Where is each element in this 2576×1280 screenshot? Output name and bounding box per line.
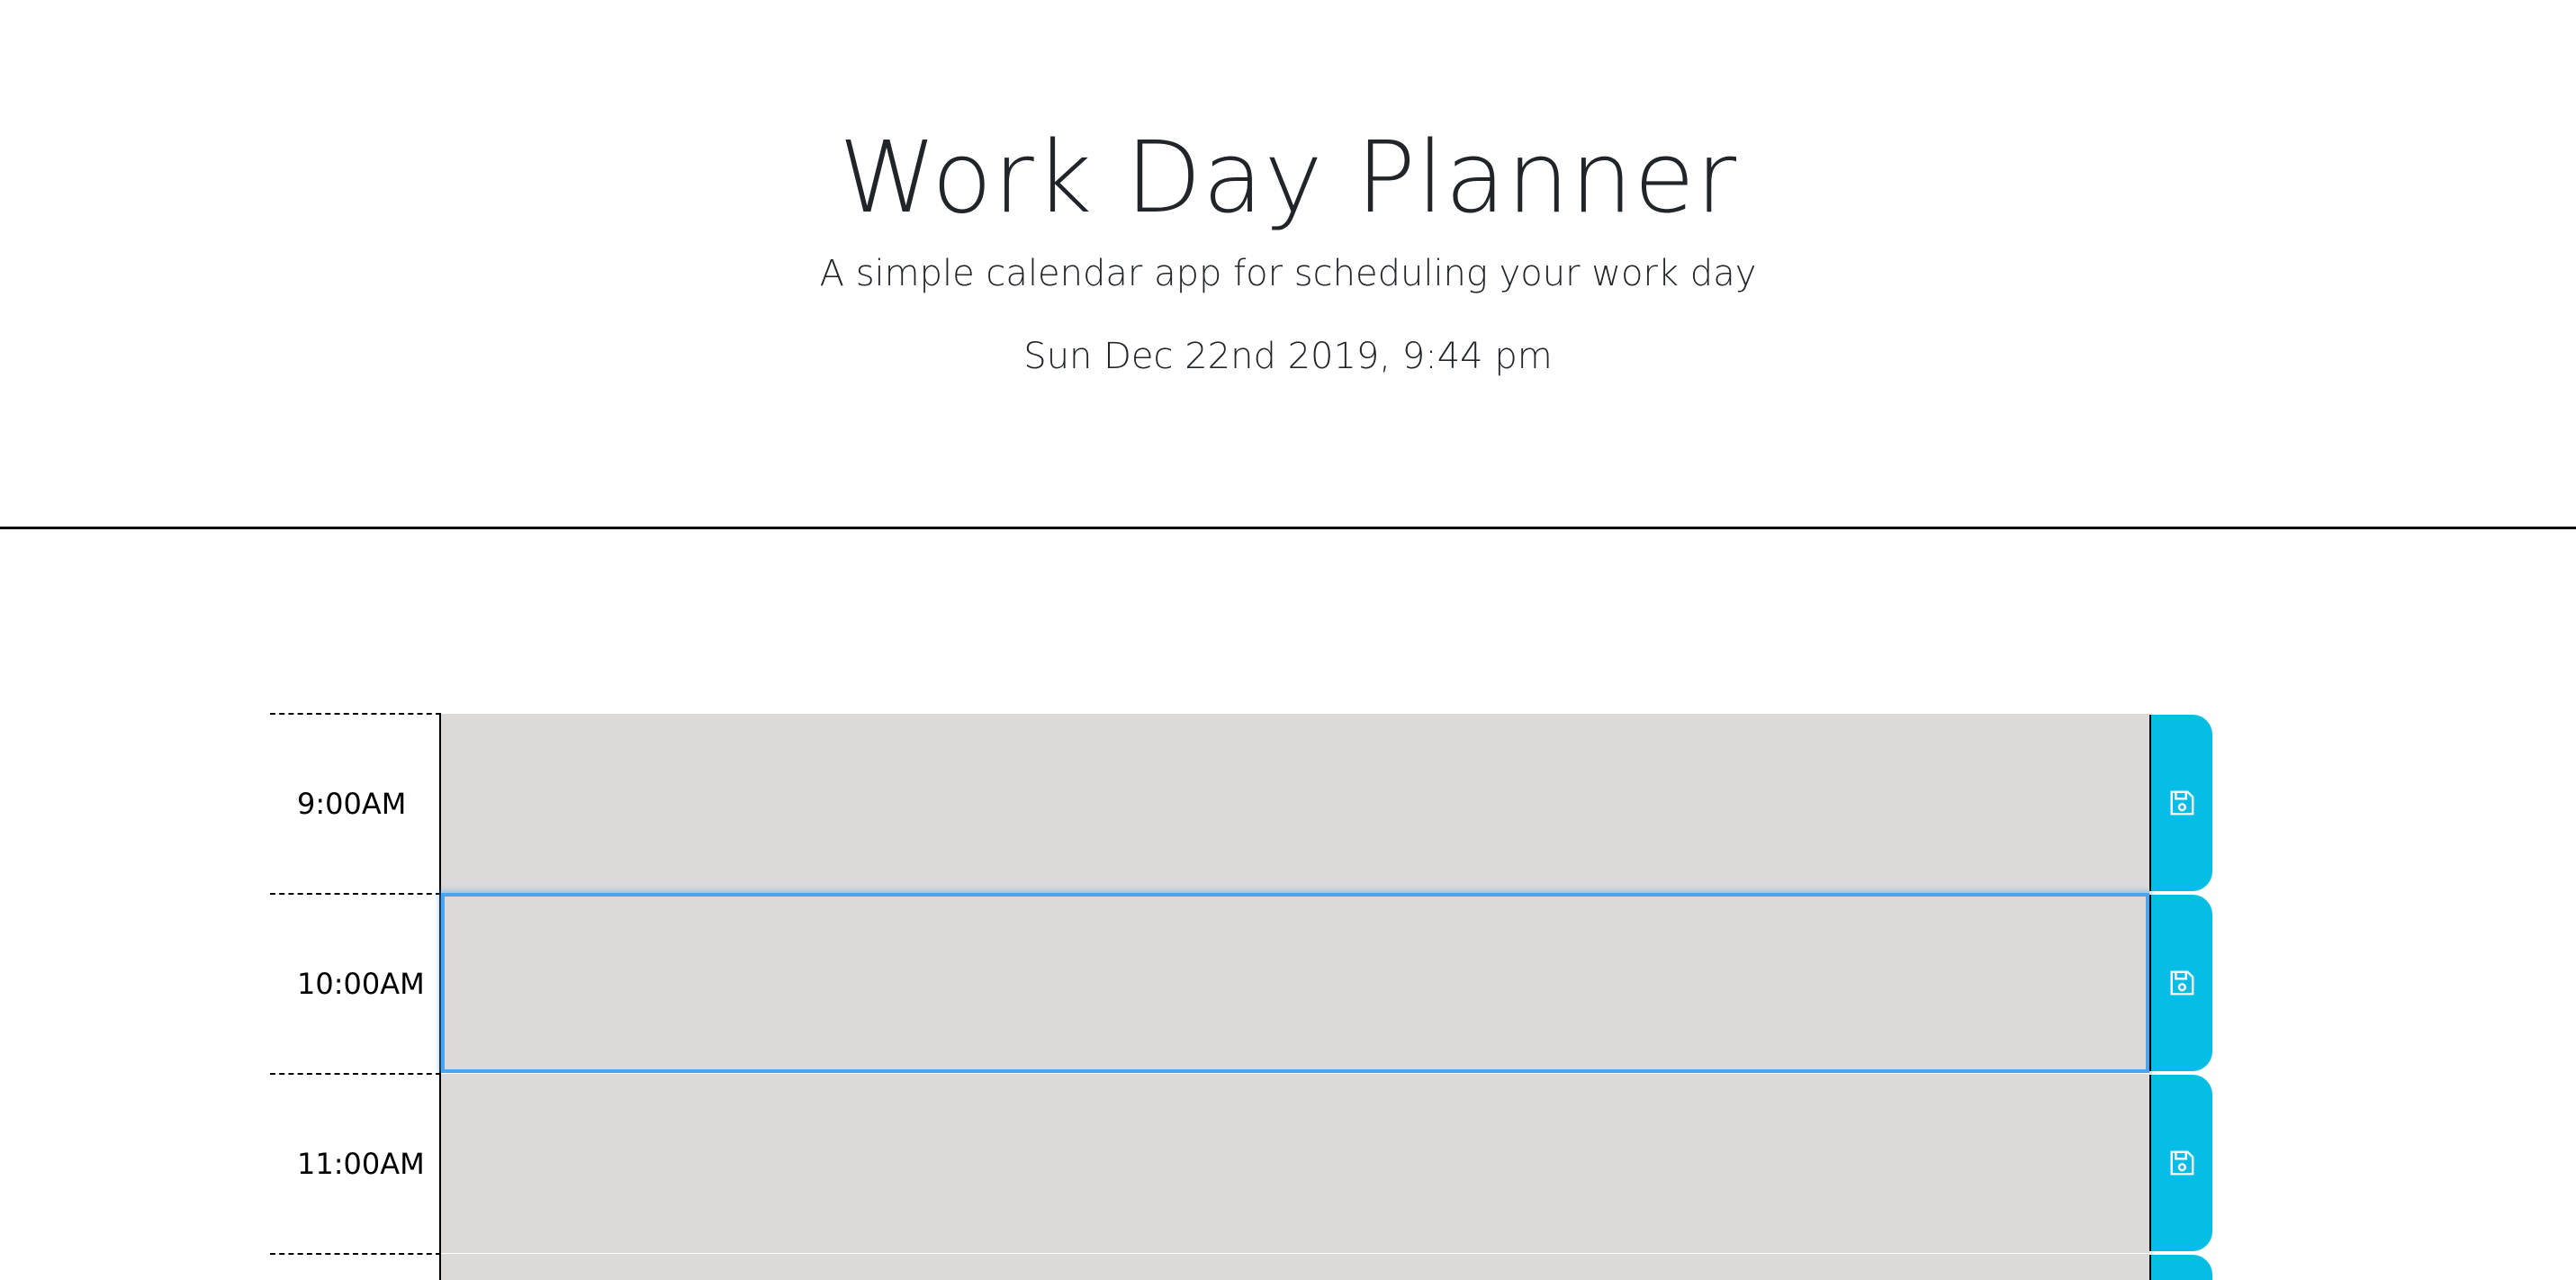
save-button[interactable] [2149, 895, 2212, 1071]
floppy-disk-icon [2168, 1149, 2195, 1176]
description-input[interactable] [441, 713, 2149, 893]
time-block-9am: 9:00AM [270, 713, 2212, 893]
time-block-12pm [270, 1253, 2212, 1280]
hour-label [270, 1253, 441, 1280]
time-block-10am: 10:00AM [270, 893, 2212, 1073]
time-block-list: 9:00AM 10:00AM 11:00AM [270, 713, 2212, 1280]
hour-label: 10:00AM [270, 893, 441, 1073]
current-day: Sun Dec 22nd 2019, 9:44 pm [1023, 336, 1553, 377]
jumbotron-header: Work Day Planner A simple calendar app f… [0, 0, 2576, 529]
floppy-disk-icon [2168, 789, 2195, 816]
app-lead: A simple calendar app for scheduling you… [819, 253, 1757, 294]
app-title: Work Day Planner [838, 120, 1738, 235]
hour-label: 9:00AM [270, 713, 441, 893]
save-button[interactable] [2149, 1255, 2212, 1280]
description-input[interactable] [441, 1253, 2149, 1280]
save-button[interactable] [2149, 715, 2212, 891]
time-block-11am: 11:00AM [270, 1073, 2212, 1253]
save-button[interactable] [2149, 1075, 2212, 1251]
floppy-disk-icon [2168, 969, 2195, 996]
planner-page: Work Day Planner A simple calendar app f… [0, 0, 2576, 1280]
hour-label: 11:00AM [270, 1073, 441, 1253]
description-input[interactable] [441, 1073, 2149, 1253]
description-input[interactable] [441, 893, 2149, 1073]
